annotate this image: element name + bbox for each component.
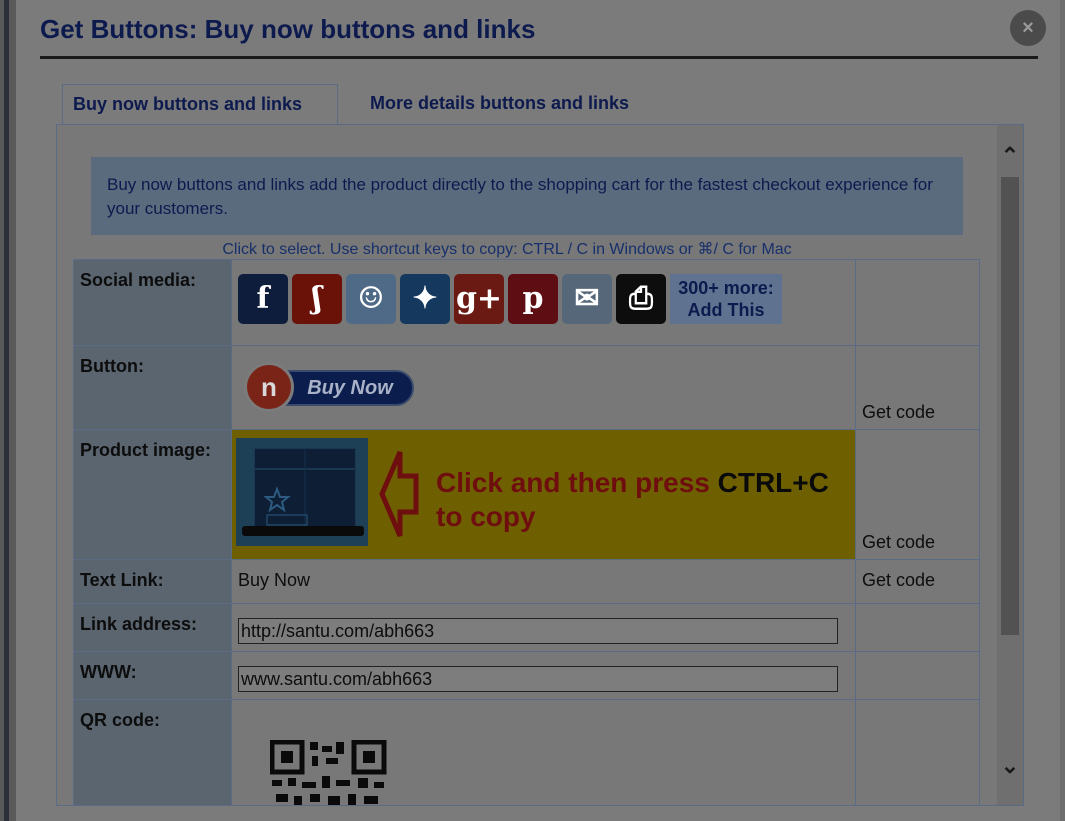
product-box-image [254, 448, 356, 532]
product-base-shadow [242, 526, 364, 536]
close-icon[interactable]: × [1010, 10, 1046, 46]
product-image[interactable] [236, 438, 368, 546]
table-row-qr: QR code: [73, 699, 980, 806]
link-address-action-cell [855, 603, 980, 652]
row-label: QR code: [73, 699, 232, 805]
copy-instruction-tail: to copy [436, 501, 536, 532]
row-label: Social media: [73, 259, 232, 346]
copy-hint: Click to select. Use shortcut keys to co… [222, 241, 792, 258]
row-label: Button: [73, 345, 232, 430]
copy-instruction: Click and then press CTRL+C to copy [436, 466, 829, 534]
product-image-cell[interactable]: Click and then press CTRL+C to copy [231, 429, 856, 560]
addthis-button[interactable]: 300+ more: Add This [670, 274, 782, 324]
scroll-up-icon[interactable]: ⌃ [997, 143, 1023, 169]
left-arrow-icon [379, 451, 419, 537]
google-plus-icon[interactable]: g+ [454, 274, 504, 324]
table-row-www: WWW: www.santu.com/abh663 [73, 651, 980, 700]
tab-more-details[interactable]: More details buttons and links [360, 84, 639, 124]
info-box: Buy now buttons and links add the produc… [91, 157, 963, 235]
table-row-social: Social media: f ʃ ☺ ✦ g+ p ✉ ⎙ 300+ more: Add Thi… [73, 259, 980, 346]
link-address-cell: http://santu.com/abh663 [231, 603, 856, 652]
product-box-icon [255, 449, 355, 531]
row-label: Text Link: [73, 559, 232, 604]
social-icons-cell: f ʃ ☺ ✦ g+ p ✉ ⎙ 300+ more: Add This [231, 259, 856, 346]
row-label: Link address: [73, 603, 232, 652]
www-action-cell [855, 651, 980, 700]
www-cell: www.santu.com/abh663 [231, 651, 856, 700]
copy-instruction-red: Click and then press [436, 467, 718, 498]
get-buttons-dialog: Get Buttons: Buy now buttons and links ×… [16, 0, 1060, 821]
link-address-field[interactable]: http://santu.com/abh663 [238, 618, 838, 644]
table-row-product-image: Product image: Click and then press CTRL… [73, 429, 980, 560]
social-action-cell [855, 259, 980, 346]
buy-now-button-preview[interactable]: Buy Now n [244, 362, 414, 412]
stumbleupon-icon[interactable]: ʃ [292, 274, 342, 324]
reddit-icon[interactable]: ☺ [346, 274, 396, 324]
twitter-icon[interactable]: ✦ [400, 274, 450, 324]
row-label: Product image: [73, 429, 232, 560]
scrollbar-thumb[interactable] [1001, 177, 1019, 635]
get-code-link[interactable]: Get code [855, 559, 980, 604]
qr-cell [231, 699, 856, 806]
qr-code-image[interactable] [270, 740, 388, 806]
window-left-edge [0, 0, 16, 821]
row-label: WWW: [73, 651, 232, 700]
get-code-link[interactable]: Get code [855, 429, 980, 560]
text-link-value[interactable]: Buy Now [231, 559, 856, 604]
table-row-link-address: Link address: http://santu.com/abh663 [73, 603, 980, 652]
facebook-icon[interactable]: f [238, 274, 288, 324]
get-code-link[interactable]: Get code [855, 345, 980, 430]
tab-buy-now[interactable]: Buy now buttons and links [62, 84, 338, 124]
brand-badge-icon: n [244, 362, 294, 412]
dialog-title: Get Buttons: Buy now buttons and links [40, 14, 536, 44]
buttons-table: Social media: f ʃ ☺ ✦ g+ p ✉ ⎙ 300+ more: Add Thi… [73, 259, 980, 806]
copy-instruction-key: CTRL+C [717, 467, 829, 498]
qr-action-cell [855, 699, 980, 805]
tab-panel: Buy now buttons and links add the produc… [56, 124, 1024, 806]
pinterest-icon[interactable]: p [508, 274, 558, 324]
addthis-line2: Add This [687, 300, 765, 320]
email-icon[interactable]: ✉ [562, 274, 612, 324]
table-row-button: Button: Buy Now n Get code [73, 345, 980, 430]
addthis-line1: 300+ more: [678, 278, 774, 298]
www-field[interactable]: www.santu.com/abh663 [238, 666, 838, 692]
title-divider [40, 56, 1038, 59]
vertical-scrollbar[interactable]: ⌃ ⌄ [997, 125, 1023, 805]
scroll-down-icon[interactable]: ⌄ [997, 753, 1023, 779]
table-row-text-link: Text Link: Buy Now Get code [73, 559, 980, 604]
print-icon[interactable]: ⎙ [616, 274, 666, 324]
button-preview-cell: Buy Now n [231, 345, 856, 430]
